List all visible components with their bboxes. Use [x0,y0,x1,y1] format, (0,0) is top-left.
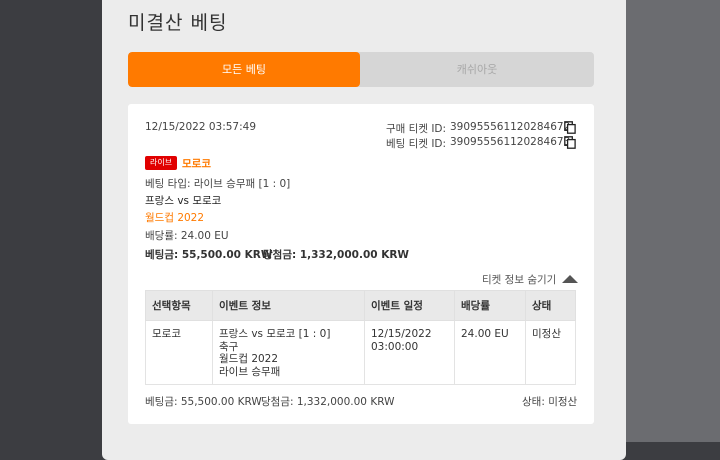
event-line: 월드컵 2022 [219,353,279,365]
purchase-ticket-id-label: 구매 티켓 ID: [386,123,447,135]
copy-icon[interactable] [564,121,576,134]
cell-event-info: 프랑스 vs 모로코 [1 : 0] 축구 월드컵 2022 라이브 승무패 [212,320,365,385]
column-header: 선택항목 [145,290,213,321]
live-badge: 라이브 [145,156,178,170]
event-line: 프랑스 vs 모로코 [1 : 0] [219,328,331,340]
ticket-datetime: 12/15/2022 03:57:49 [145,121,257,133]
cell-selection: 모로코 [145,320,213,385]
bet-tabs: 모든 베팅 캐쉬아웃 [128,52,594,87]
background-panel [626,0,720,442]
odds: 배당률: 24.00 EU [145,230,229,242]
footer-stake: 베팅금: 55,500.00 KRW [145,396,262,408]
cell-event-schedule: 12/15/2022 03:00:00 [364,320,455,385]
event-time: 03:00:00 [371,340,419,353]
tab-all-bets[interactable]: 모든 베팅 [128,52,360,87]
bet-ticket-id-label: 베팅 티켓 ID: [386,138,447,150]
column-header: 상태 [525,290,576,321]
stake-amount: 베팅금: 55,500.00 KRW [145,249,273,261]
cell-odds: 24.00 EU [454,320,526,385]
bet-type: 베팅 타입: 라이브 승무패 [1 : 0] [145,178,291,190]
event-date: 12/15/2022 [371,328,432,340]
footer-status: 상태: 미정산 [522,396,578,408]
modal-title: 미결산 베팅 [128,12,228,34]
event-line: 라이브 승무패 [219,365,281,378]
selection-name: 모로코 [182,158,211,170]
table-header-row: 선택항목 이벤트 정보 이벤트 일정 배당률 상태 [145,290,576,321]
tab-cashout[interactable]: 캐쉬아웃 [360,52,594,87]
league-name[interactable]: 월드컵 2022 [145,210,204,225]
column-header: 배당률 [454,290,526,321]
triangle-up-icon[interactable] [562,275,578,283]
copy-icon[interactable] [564,136,576,149]
cell-status: 미정산 [525,320,576,385]
match-name: 프랑스 vs 모로코 [145,195,222,207]
purchase-ticket-id: 390955561120284672 [450,121,571,133]
footer-win: 당첨금: 1,332,000.00 KRW [261,396,395,408]
column-header: 이벤트 일정 [364,290,455,321]
win-amount: 당첨금: 1,332,000.00 KRW [263,249,410,261]
table-row: 모로코 프랑스 vs 모로코 [1 : 0] 축구 월드컵 2022 라이브 승… [145,320,576,385]
bet-details-table: 선택항목 이벤트 정보 이벤트 일정 배당률 상태 모로코 프랑스 vs 모로코… [145,290,576,385]
bet-ticket-id: 390955561120284673 [450,136,571,148]
event-line: 축구 [219,340,239,353]
hide-ticket-info-link[interactable]: 티켓 정보 숨기기 [482,272,556,287]
column-header: 이벤트 정보 [212,290,365,321]
